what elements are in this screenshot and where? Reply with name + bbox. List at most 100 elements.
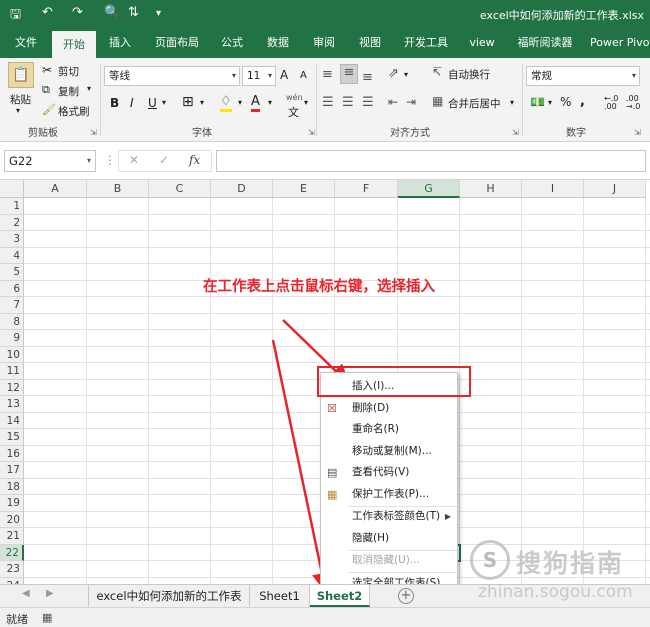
tab-insert[interactable]: 插入 [100,28,140,58]
column-header[interactable]: F [335,180,398,198]
copy-button[interactable]: 复制 [58,84,79,99]
sheet-tab-main[interactable]: excel中如何添加新的工作表 [88,585,250,607]
row-header[interactable]: 14 [0,412,24,429]
formula-input[interactable] [216,150,646,172]
select-all-corner[interactable] [0,180,24,198]
context-menu-item[interactable]: ▤ 查看代码(V) [321,462,459,484]
save-icon[interactable]: 🖫 [10,5,21,27]
row-header[interactable]: 5 [0,264,24,281]
cut-button[interactable]: 剪切 [58,64,79,79]
row-header[interactable]: 13 [0,396,24,413]
align-right-icon[interactable]: ☰ [362,95,374,110]
insert-function-icon[interactable]: fx [189,153,200,167]
borders-icon[interactable]: ⊞ [182,94,194,110]
accounting-format-icon[interactable]: 💵 [530,95,545,109]
align-top-icon[interactable]: ≡ [322,67,333,82]
row-header[interactable]: 15 [0,429,24,446]
tab-review[interactable]: 审阅 [306,28,342,58]
underline-button[interactable]: U [148,96,157,110]
format-painter-icon[interactable]: 🖌 [42,103,56,116]
undo-icon[interactable]: ↶ [42,5,53,20]
wrap-text-icon[interactable]: ↸ [432,65,442,79]
paste-dropdown-icon[interactable]: ▾ [16,106,20,115]
row-header[interactable]: 12 [0,379,24,396]
tab-home[interactable]: 开始 [52,31,96,58]
context-menu-item[interactable]: 隐藏(H) [321,528,459,550]
comma-style-button[interactable]: , [580,94,585,109]
align-left-icon[interactable]: ☰ [322,95,334,110]
tab-data[interactable]: 数据 [260,28,296,58]
context-menu-item[interactable]: 工作表标签颜色(T) ▶ [321,506,459,528]
phonetic-guide-button[interactable]: wén [286,93,303,102]
paste-icon[interactable]: 📋 [8,62,34,88]
row-header[interactable]: 10 [0,346,24,363]
row-header[interactable]: 6 [0,280,24,297]
shrink-font-button[interactable]: A [300,70,307,81]
font-color-icon[interactable]: A [251,94,260,112]
phonetic-guide-icon[interactable]: 文 [288,104,299,120]
row-header[interactable]: 18 [0,478,24,495]
redo-icon[interactable]: ↷ [72,5,83,20]
sheet-tab-sheet1[interactable]: Sheet1 [250,585,310,607]
row-header[interactable]: 23 [0,561,24,578]
merge-center-icon[interactable]: ▦ [432,94,443,108]
row-header[interactable]: 17 [0,462,24,479]
tab-view-en[interactable]: view [462,28,502,58]
tab-formulas[interactable]: 公式 [214,28,250,58]
clipboard-launcher-icon[interactable]: ⇲ [90,128,97,137]
increase-decimal-icon[interactable]: ←.0.00 [604,95,618,111]
row-header[interactable]: 16 [0,445,24,462]
more-options-icon[interactable]: ⋮ [104,153,116,167]
row-header[interactable]: 1 [0,198,24,215]
bold-button[interactable]: B [110,96,119,110]
context-menu-item[interactable]: 移动或复制(M)... [321,441,459,463]
column-header[interactable]: D [211,180,273,198]
sort-icon[interactable]: ⇅ [128,5,139,20]
row-header[interactable]: 19 [0,495,24,512]
context-menu-item[interactable]: ▦ 保护工作表(P)... [321,484,459,506]
row-header[interactable]: 4 [0,247,24,264]
font-name-combo[interactable]: 等线 ▾ [104,66,240,86]
tab-power-pivot[interactable]: Power Pivot [590,28,650,58]
tab-file[interactable]: 文件 [4,28,48,58]
paste-button[interactable]: 粘贴 [10,92,31,107]
context-menu-item[interactable]: ☒ 删除(D) [321,398,459,420]
column-header[interactable]: C [149,180,211,198]
wrap-text-button[interactable]: 自动换行 [448,67,490,82]
row-header[interactable]: 20 [0,511,24,528]
align-center-icon[interactable]: ☰ [342,95,354,110]
context-menu-item[interactable]: 重命名(R) [321,419,459,441]
borders-dropdown-icon[interactable]: ▾ [200,98,204,107]
column-header[interactable]: I [522,180,584,198]
copy-icon[interactable]: ⧉ [42,83,50,97]
column-header[interactable]: E [273,180,335,198]
orientation-dropdown-icon[interactable]: ▾ [404,70,408,79]
tab-developer[interactable]: 开发工具 [398,28,454,58]
row-header[interactable]: 11 [0,363,24,380]
tab-foxit[interactable]: 福昕阅读器 [512,28,578,58]
tab-page-layout[interactable]: 页面布局 [148,28,206,58]
merge-center-button[interactable]: 合并后居中 [448,96,501,111]
align-bottom-icon[interactable]: ≡ [362,70,373,85]
column-header[interactable]: H [460,180,522,198]
column-header[interactable]: A [24,180,87,198]
macro-record-icon[interactable]: ▦ [42,611,52,624]
italic-button[interactable]: I [130,96,134,110]
customize-toolbar-icon[interactable]: ▾ [156,8,161,19]
row-header[interactable]: 7 [0,297,24,314]
percent-style-button[interactable]: % [560,95,571,109]
number-format-combo[interactable]: 常规 ▾ [526,66,640,86]
copy-dropdown-icon[interactable]: ▾ [87,84,91,93]
decrease-decimal-icon[interactable]: .00 →.0 [626,95,640,111]
next-sheet-icon[interactable]: ▶ [46,588,54,599]
row-header[interactable]: 22 [0,544,24,561]
fill-color-icon[interactable]: ♢ [220,94,232,112]
fill-color-dropdown-icon[interactable]: ▾ [238,98,242,107]
column-header[interactable]: B [87,180,149,198]
row-header[interactable]: 3 [0,231,24,248]
print-preview-icon[interactable]: 🔍 [104,5,120,20]
enter-icon[interactable]: ✓ [159,153,169,167]
underline-dropdown-icon[interactable]: ▾ [162,98,166,107]
orientation-icon[interactable]: ⇗ [388,66,399,81]
prev-sheet-icon[interactable]: ◀ [22,588,30,599]
